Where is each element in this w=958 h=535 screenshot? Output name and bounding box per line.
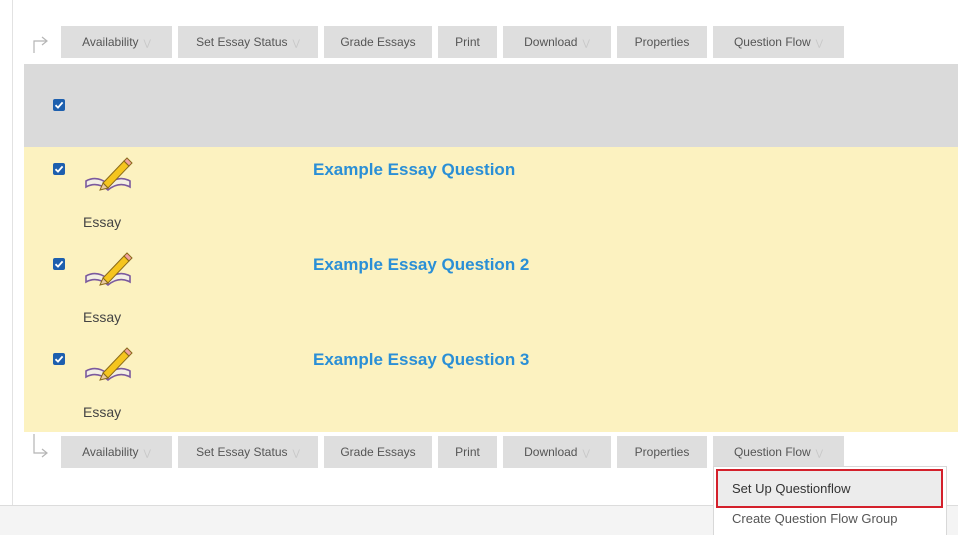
menu-item-create-question-flow-group[interactable]: Create Question Flow Group (732, 511, 897, 526)
chevron-down-icon: ⋁ (292, 38, 300, 48)
set-essay-status-button[interactable]: Set Essay Status ⋁ (178, 436, 318, 468)
chevron-down-icon: ⋁ (815, 38, 824, 48)
properties-label: Properties (634, 445, 690, 459)
grade-essays-button[interactable]: Grade Essays (324, 436, 432, 468)
availability-label: Availability (82, 445, 139, 459)
question-title-link[interactable]: Example Essay Question 2 (313, 255, 529, 275)
download-label: Download (524, 445, 578, 459)
print-label: Print (455, 35, 480, 49)
question-type-label: Essay (83, 214, 122, 230)
chevron-down-icon: ⋁ (815, 448, 824, 458)
print-button[interactable]: Print (438, 436, 497, 468)
chevron-down-icon: ⋁ (292, 448, 300, 458)
question-title-link[interactable]: Example Essay Question 3 (313, 350, 529, 370)
arrow-right-icon (33, 36, 48, 53)
properties-button[interactable]: Properties (617, 26, 707, 58)
download-label: Download (524, 35, 578, 49)
question-row: Essay Example Essay Question 3 (24, 337, 958, 432)
question-checkbox[interactable] (53, 163, 65, 175)
properties-button[interactable]: Properties (617, 436, 707, 468)
question-type-label: Essay (83, 309, 122, 325)
print-label: Print (455, 445, 480, 459)
list-header-row (24, 64, 958, 147)
set-essay-status-label: Set Essay Status (196, 445, 288, 459)
grade-essays-label: Grade Essays (340, 445, 416, 459)
essay-icon (85, 347, 133, 382)
checkmark-icon (54, 355, 64, 363)
arrow-right-icon (33, 434, 48, 458)
properties-label: Properties (634, 35, 690, 49)
print-button[interactable]: Print (438, 26, 497, 58)
availability-label: Availability (82, 35, 139, 49)
question-flow-button[interactable]: Question Flow ⋁ (713, 436, 844, 468)
question-checkbox[interactable] (53, 353, 65, 365)
set-essay-status-label: Set Essay Status (196, 35, 288, 49)
question-flow-label: Question Flow (733, 35, 811, 49)
chevron-down-icon: ⋁ (582, 448, 590, 458)
question-title-link[interactable]: Example Essay Question (313, 160, 515, 180)
question-flow-button[interactable]: Question Flow ⋁ (713, 26, 844, 58)
chevron-down-icon: ⋁ (143, 38, 151, 48)
question-row: Essay Example Essay Question 2 (24, 242, 958, 337)
chevron-down-icon: ⋁ (582, 38, 590, 48)
annotation-highlight-box (716, 469, 943, 508)
essay-icon (85, 157, 133, 192)
question-row: Essay Example Essay Question (24, 147, 958, 242)
question-type-label: Essay (83, 404, 122, 420)
grade-essays-label: Grade Essays (340, 35, 416, 49)
essay-icon (85, 252, 133, 287)
availability-button[interactable]: Availability ⋁ (61, 26, 172, 58)
checkmark-icon (54, 165, 64, 173)
set-essay-status-button[interactable]: Set Essay Status ⋁ (178, 26, 318, 58)
grade-essays-button[interactable]: Grade Essays (324, 26, 432, 58)
checkmark-icon (54, 260, 64, 268)
chevron-down-icon: ⋁ (143, 448, 151, 458)
availability-button[interactable]: Availability ⋁ (61, 436, 172, 468)
question-flow-label: Question Flow (733, 445, 811, 459)
download-button[interactable]: Download ⋁ (503, 26, 611, 58)
checkmark-icon (54, 101, 64, 109)
select-all-checkbox[interactable] (53, 99, 65, 111)
question-checkbox[interactable] (53, 258, 65, 270)
download-button[interactable]: Download ⋁ (503, 436, 611, 468)
